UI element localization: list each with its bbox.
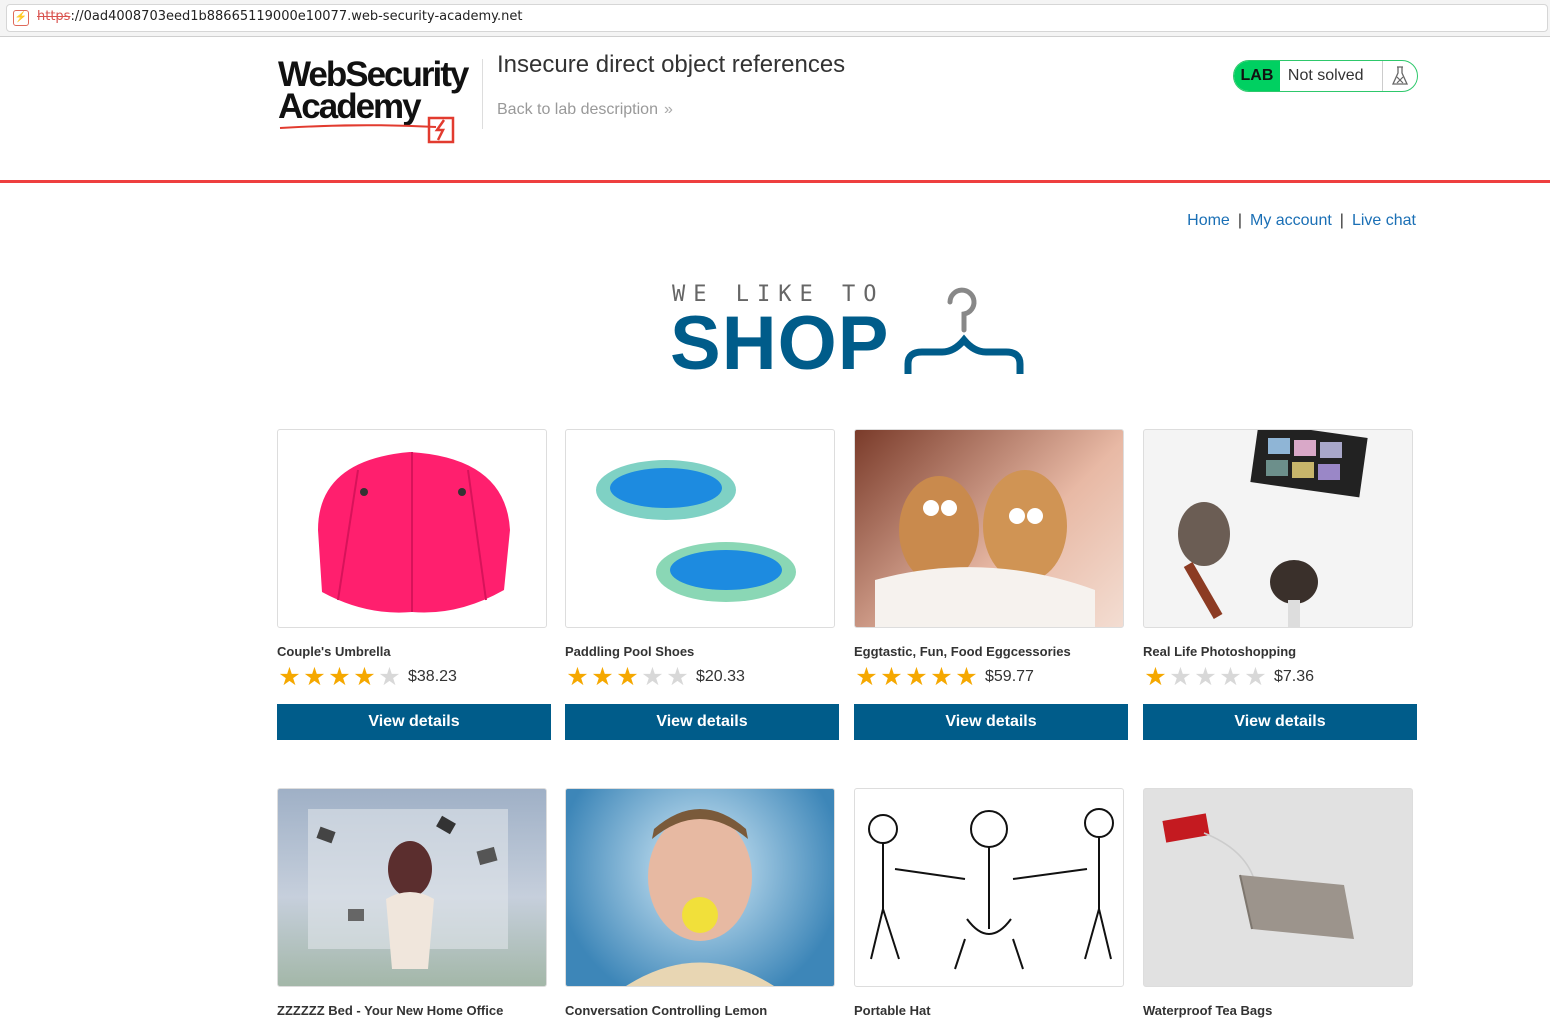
view-details-button[interactable]: View details <box>854 704 1128 740</box>
url-text: https://0ad4008703eed1b88665119000e10077… <box>37 9 522 24</box>
star-icon: ★ <box>328 663 351 691</box>
url-host: ://0ad4008703eed1b88665119000e10077.web-… <box>70 9 523 24</box>
nav-separator: | <box>1237 212 1242 229</box>
lab-status-widget: LAB Not solved <box>1233 60 1418 92</box>
product-image[interactable] <box>277 788 547 987</box>
product-price: $7.36 <box>1274 668 1315 685</box>
star-icon: ★ <box>378 663 401 691</box>
product-price: $38.23 <box>408 668 457 685</box>
star-icon: ★ <box>905 663 928 691</box>
academy-logo[interactable]: WebSecurity Academy <box>278 57 483 144</box>
lab-header: WebSecurity Academy Insecure direct obje… <box>0 37 1550 180</box>
url-field[interactable]: ⚡ https://0ad4008703eed1b88665119000e100… <box>6 4 1548 32</box>
star-icon: ★ <box>641 663 664 691</box>
lab-status-text: Not solved <box>1287 67 1364 84</box>
star-icon: ★ <box>955 663 978 691</box>
star-icon: ★ <box>1169 663 1192 691</box>
view-details-button[interactable]: View details <box>565 704 839 740</box>
insecure-lock-icon[interactable]: ⚡ <box>13 10 29 26</box>
nav-live-chat-link[interactable]: Live chat <box>1352 212 1416 229</box>
flask-icon <box>1381 61 1417 91</box>
lab-title: Insecure direct object references <box>497 51 846 78</box>
nav-my-account-link[interactable]: My account <box>1250 212 1332 229</box>
back-link-label: Back to lab description <box>497 101 658 118</box>
star-icon: ★ <box>353 663 376 691</box>
product-name: Conversation Controlling Lemon <box>565 1003 768 1018</box>
header-divider <box>482 59 483 129</box>
lab-badge: LAB <box>1234 61 1280 91</box>
url-scheme: https <box>37 9 71 24</box>
product-name: Portable Hat <box>854 1003 931 1018</box>
nav-home-link[interactable]: Home <box>1187 212 1230 229</box>
header-rule <box>0 180 1550 183</box>
star-icon: ★ <box>855 663 878 691</box>
product-image[interactable] <box>854 429 1124 628</box>
product-name: Real Life Photoshopping <box>1143 644 1297 659</box>
product-image[interactable] <box>565 788 835 987</box>
product-price: $59.77 <box>985 668 1034 685</box>
shop-banner: WE LIKE TO SHOP <box>670 282 1030 386</box>
product-price: $20.33 <box>696 668 745 685</box>
star-icon: ★ <box>666 663 689 691</box>
top-nav: Home | My account | Live chat <box>1187 212 1416 230</box>
product-image[interactable] <box>1143 429 1413 628</box>
product-rating: ★ ★ ★ ★ ★ $59.77 <box>854 663 1034 691</box>
product-name: Couple's Umbrella <box>277 644 391 659</box>
product-rating: ★ ★ ★ ★ ★ $38.23 <box>277 663 457 691</box>
back-to-lab-description-link[interactable]: Back to lab description » <box>497 101 673 119</box>
product-rating: ★ ★ ★ ★ ★ $20.33 <box>565 663 745 691</box>
hanger-icon <box>904 287 1024 374</box>
view-details-button[interactable]: View details <box>277 704 551 740</box>
product-image[interactable] <box>1143 788 1413 987</box>
star-icon: ★ <box>1194 663 1217 691</box>
double-chevron-right-icon: » <box>663 101 673 118</box>
logo-underline <box>279 124 437 129</box>
star-icon: ★ <box>1244 663 1267 691</box>
star-icon: ★ <box>591 663 614 691</box>
star-icon: ★ <box>278 663 301 691</box>
banner-shop: SHOP <box>670 301 890 386</box>
view-details-button[interactable]: View details <box>1143 704 1417 740</box>
nav-separator: | <box>1339 212 1344 229</box>
product-name: ZZZZZZ Bed - Your New Home Office <box>277 1003 504 1018</box>
browser-address-bar: ⚡ https://0ad4008703eed1b88665119000e100… <box>0 0 1550 37</box>
star-icon: ★ <box>566 663 589 691</box>
product-image[interactable] <box>854 788 1124 987</box>
star-icon: ★ <box>616 663 639 691</box>
product-image[interactable] <box>277 429 547 628</box>
star-icon: ★ <box>880 663 903 691</box>
star-icon: ★ <box>303 663 326 691</box>
star-icon: ★ <box>930 663 953 691</box>
star-icon: ★ <box>1219 663 1242 691</box>
product-name: Waterproof Tea Bags <box>1143 1003 1273 1018</box>
logo-line2: Academy <box>278 87 422 126</box>
product-name: Eggtastic, Fun, Food Eggcessories <box>854 644 1071 659</box>
product-name: Paddling Pool Shoes <box>565 644 695 659</box>
star-icon: ★ <box>1144 663 1167 691</box>
product-image[interactable] <box>565 429 835 628</box>
product-rating: ★ ★ ★ ★ ★ $7.36 <box>1143 663 1315 691</box>
